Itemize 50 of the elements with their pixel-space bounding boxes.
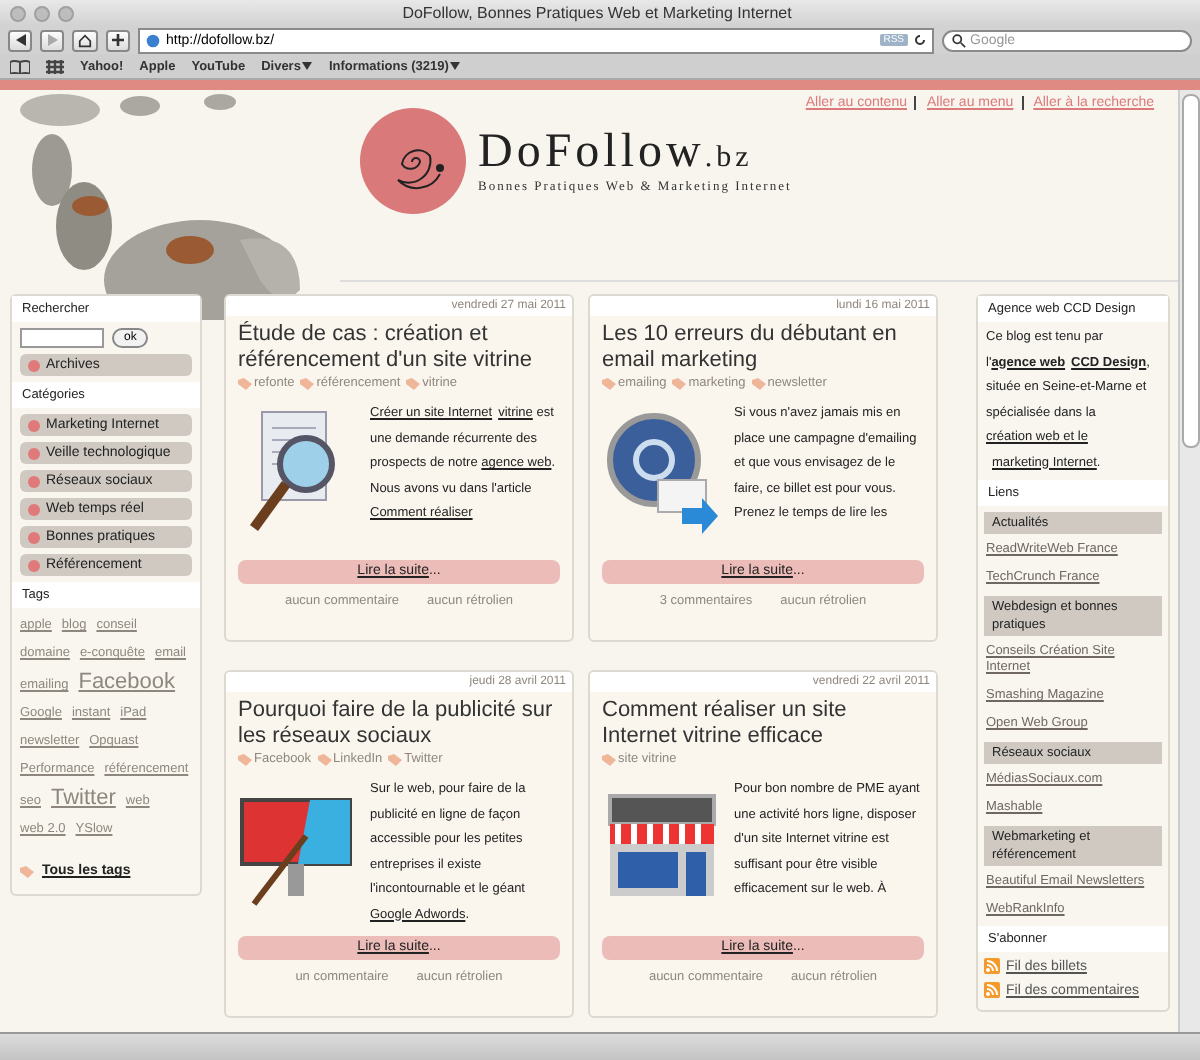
forward-button[interactable] — [40, 29, 64, 51]
zoom-button[interactable] — [58, 5, 74, 21]
caret-icon — [302, 61, 313, 69]
bullet-icon — [28, 419, 40, 431]
bullet-icon — [28, 531, 40, 543]
tag-icon — [300, 377, 315, 389]
caret-icon — [450, 61, 461, 69]
tag-icon — [602, 753, 616, 765]
minimize-button[interactable] — [34, 5, 50, 21]
tag-icon — [672, 377, 687, 389]
reload-icon[interactable] — [914, 34, 926, 46]
close-button[interactable] — [10, 5, 26, 21]
tag-icon — [602, 377, 616, 389]
book-icon[interactable] — [10, 59, 30, 73]
post-title[interactable]: Comment réaliser un site Internet vitrine efficace — [590, 692, 936, 750]
bullet-icon — [28, 447, 40, 459]
plus-icon — [112, 34, 124, 46]
tag-link[interactable]: Twitter — [50, 786, 116, 810]
forward-icon — [47, 34, 57, 46]
tag-icon — [20, 865, 34, 877]
search-input[interactable] — [20, 328, 104, 348]
home-button[interactable] — [72, 29, 98, 51]
tag-icon — [406, 377, 421, 389]
grid-icon[interactable] — [46, 59, 64, 73]
post-title[interactable]: Pourquoi faire de la publicité sur les réseaux sociaux — [226, 692, 572, 750]
scrollbar[interactable] — [1178, 90, 1200, 1032]
tag-icon — [388, 753, 403, 765]
globe-icon — [146, 33, 160, 47]
spiral-logo-icon — [360, 108, 466, 214]
back-button[interactable] — [8, 29, 32, 51]
post-title[interactable]: Les 10 erreurs du débutant en email marketing — [590, 316, 936, 374]
tag-icon — [317, 753, 332, 765]
rss-icon — [984, 982, 1000, 998]
bullet-icon — [28, 503, 40, 515]
bullet-icon — [28, 475, 40, 487]
search-icon — [952, 33, 966, 47]
scroll-thumb[interactable] — [1181, 94, 1199, 448]
tag-link[interactable]: Facebook — [78, 670, 176, 694]
tag-icon — [238, 753, 252, 765]
back-icon — [15, 34, 25, 46]
add-bookmark-button[interactable] — [106, 29, 130, 51]
tag-icon — [751, 377, 766, 389]
post-title[interactable]: Étude de cas : création et référencement d'un site vitrine — [226, 316, 572, 374]
logo-text: DoFollow.bz — [478, 128, 755, 176]
tag-icon — [238, 377, 252, 389]
window-title: DoFollow, Bonnes Pratiques Web et Marketing Internet — [400, 4, 794, 22]
bullet-icon — [28, 559, 40, 571]
rss-icon — [984, 958, 1000, 974]
bullet-icon — [28, 359, 40, 371]
home-icon — [78, 33, 92, 47]
